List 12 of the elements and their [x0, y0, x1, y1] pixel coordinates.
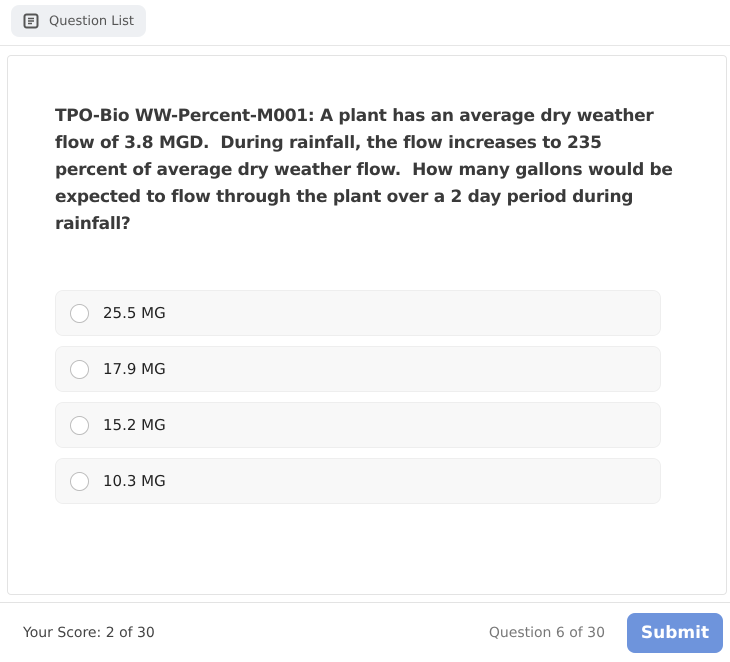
- radio-button[interactable]: [70, 472, 89, 490]
- answer-option[interactable]: 15.2 MG: [55, 402, 661, 448]
- radio-button[interactable]: [70, 416, 89, 434]
- radio-button[interactable]: [70, 304, 89, 322]
- question-list-button[interactable]: Question List: [11, 5, 146, 37]
- question-text: TPO-Bio WW-Percent-M001: A plant has an average dry weather flow of 3.8 MGD. During rainfall, the flow increases to 235 percent of average dry weather flow. How many gallons would be expected to flow through the plant over a 2 day period during rainfall?: [55, 105, 674, 236]
- score-text: Your Score: 2 of 30: [23, 625, 155, 641]
- radio-button[interactable]: [70, 360, 89, 378]
- answer-option[interactable]: 10.3 MG: [55, 458, 661, 504]
- answer-option[interactable]: 17.9 MG: [55, 346, 661, 392]
- list-icon: [23, 13, 39, 29]
- answer-option[interactable]: 25.5 MG: [55, 290, 661, 336]
